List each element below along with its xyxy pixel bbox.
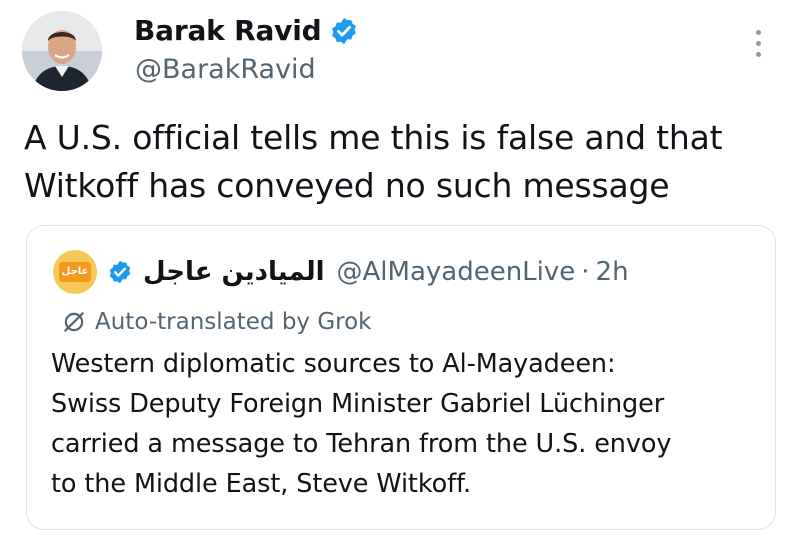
tweet-text: A U.S. official tells me this is false a… <box>24 114 784 210</box>
verified-badge-icon <box>109 260 131 284</box>
translation-label: Auto-translated by Grok <box>95 309 372 335</box>
avatar[interactable] <box>22 11 102 91</box>
quoted-text-line: carried a message to Tehran from the U.S… <box>51 429 672 459</box>
separator-dot: · <box>581 257 590 287</box>
translation-notice: Auto-translated by Grok <box>61 309 372 335</box>
author-row: Barak Ravid <box>134 14 359 47</box>
quoted-author-avatar[interactable]: عاجل <box>53 250 97 294</box>
author-handle[interactable]: @BarakRavid <box>135 54 316 85</box>
quoted-tweet[interactable]: عاجل الميادين عاجل @AlMayadeenLive · 2h … <box>26 225 776 530</box>
quoted-text-line: Swiss Deputy Foreign Minister Gabriel Lü… <box>51 389 665 419</box>
quoted-text-line: Western diplomatic sources to Al-Mayadee… <box>51 349 616 379</box>
quoted-author-handle[interactable]: @AlMayadeenLive <box>337 257 576 287</box>
quoted-text-line: to the Middle East, Steve Witkoff. <box>51 469 471 499</box>
tweet-text-line: A U.S. official tells me this is false a… <box>24 118 723 157</box>
quoted-tweet-header: عاجل الميادين عاجل @AlMayadeenLive · 2h <box>53 250 629 294</box>
verified-badge-icon <box>332 17 357 44</box>
translate-slash-icon <box>64 312 84 332</box>
quoted-tweet-text: Western diplomatic sources to Al-Mayadee… <box>51 344 763 504</box>
quoted-author-logo: عاجل <box>59 262 91 282</box>
quoted-author-name[interactable]: الميادين عاجل <box>143 257 325 287</box>
tweet-text-line: Witkoff has conveyed no such message <box>24 166 670 205</box>
author-name[interactable]: Barak Ravid <box>134 14 322 47</box>
quoted-timestamp[interactable]: 2h <box>596 257 629 287</box>
more-vertical-icon[interactable] <box>748 30 768 64</box>
avatar-photo <box>22 11 102 91</box>
